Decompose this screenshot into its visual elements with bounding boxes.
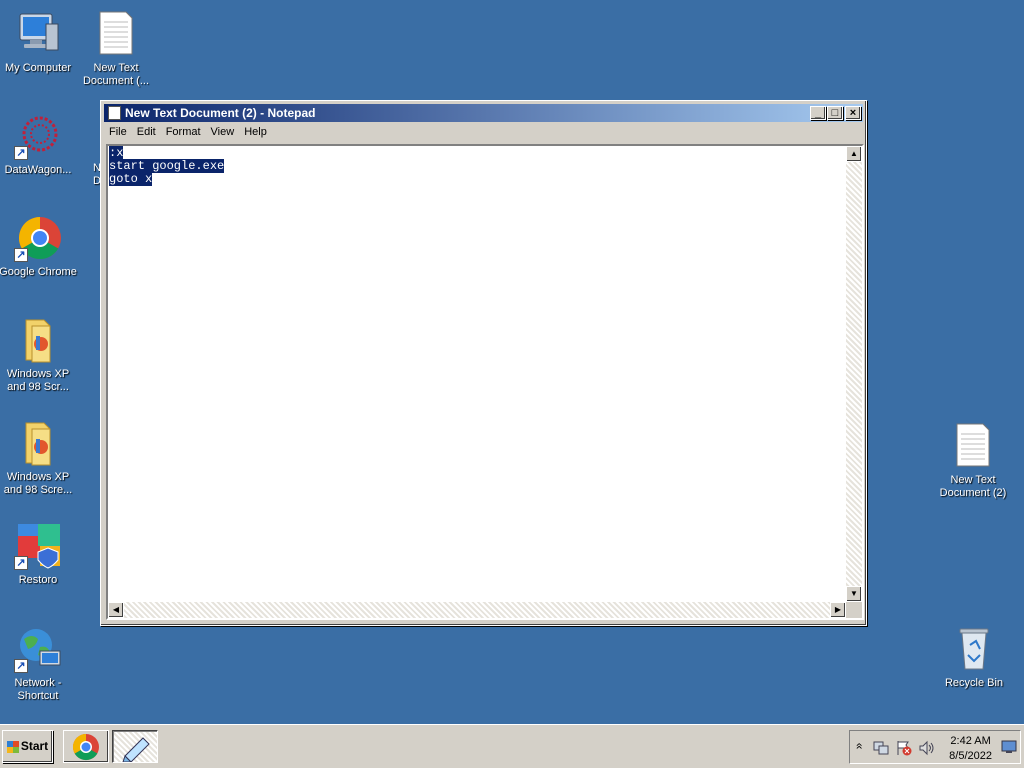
start-label: Start [20, 739, 49, 753]
menu-view[interactable]: View [206, 123, 240, 138]
title-bar[interactable]: New Text Document (2) - Notepad _ □ × [104, 104, 863, 122]
notepad-icon[interactable] [108, 106, 121, 120]
text-document-icon [92, 10, 140, 58]
text-editor[interactable]: :x start google.exe goto x ▲ ▼ ◀ ▶ [106, 144, 864, 620]
desktop-icon-google-chrome[interactable]: ↗ Google Chrome [0, 214, 78, 279]
clock-date: 8/5/2022 [949, 750, 992, 762]
taskbar: Start » 2:42 AM 8/5/2022 [0, 724, 1024, 768]
chrome-icon [72, 733, 99, 761]
scroll-right-button[interactable]: ▶ [830, 602, 846, 618]
tray-clock[interactable]: 2:42 AM 8/5/2022 [949, 734, 992, 764]
desktop-icon-recycle-bin[interactable]: Recycle Bin [934, 625, 1014, 690]
desktop-icon-my-computer[interactable]: My Computer [0, 10, 78, 75]
system-tray: » 2:42 AM 8/5/2022 [849, 730, 1021, 764]
restoro-icon: ↗ [14, 522, 62, 570]
menu-edit[interactable]: Edit [132, 123, 161, 138]
clock-time: 2:42 AM [950, 735, 991, 747]
desktop-icon-label: Windows XP and 98 Scre... [3, 471, 73, 496]
action-center-flag-icon[interactable] [895, 739, 913, 757]
desktop-icon-restoro[interactable]: ↗ Restoro [0, 522, 78, 587]
windows-logo-icon [6, 740, 19, 753]
desktop-icon-label: My Computer [4, 62, 72, 74]
desktop-icon-label: New Text Document (2) [939, 474, 1007, 499]
desktop-icon-new-text-document-2[interactable]: New Text Document (2) [933, 422, 1013, 500]
horizontal-scrollbar[interactable]: ◀ ▶ [108, 602, 846, 618]
taskbar-notepad-button[interactable] [112, 730, 158, 763]
show-hidden-icons-button[interactable]: » [851, 743, 865, 750]
resize-grip[interactable] [846, 602, 862, 618]
scroll-up-button[interactable]: ▲ [846, 146, 862, 162]
text-line-3: goto x [109, 172, 153, 186]
notepad-window[interactable]: New Text Document (2) - Notepad _ □ × Fi… [100, 100, 867, 626]
show-desktop-icon[interactable] [1001, 740, 1017, 754]
editor-content: :x start google.exe goto x [109, 146, 225, 186]
close-button[interactable]: × [845, 106, 861, 120]
desktop-icon-label: Windows XP and 98 Scr... [6, 368, 70, 393]
desktop-icon-label: Google Chrome [0, 266, 77, 278]
folder-icon [14, 316, 62, 364]
vertical-scrollbar[interactable]: ▲ ▼ [846, 146, 862, 602]
text-line-2: start google.exe [109, 159, 225, 173]
text-document-icon [949, 422, 997, 470]
network-tray-icon[interactable] [872, 739, 890, 757]
desktop-icon-datawagon[interactable]: ↗ DataWagon... [0, 112, 78, 177]
menu-format[interactable]: Format [161, 123, 206, 138]
chrome-icon: ↗ [14, 214, 62, 262]
computer-icon [14, 10, 62, 58]
desktop-icon-windows-xp-98-1[interactable]: Windows XP and 98 Scr... [0, 316, 78, 394]
menu-file[interactable]: File [104, 123, 132, 138]
folder-icon [14, 419, 62, 467]
window-title: New Text Document (2) - Notepad [125, 106, 316, 120]
desktop-icon-new-text-document[interactable]: New Text Document (... [76, 10, 156, 88]
shortcut-arrow-icon: ↗ [14, 248, 28, 262]
desktop-icon-network-shortcut[interactable]: ↗ Network - Shortcut [0, 625, 78, 703]
menu-bar: File Edit Format View Help [104, 123, 863, 142]
minimize-button[interactable]: _ [810, 106, 826, 120]
scroll-left-button[interactable]: ◀ [108, 602, 124, 618]
desktop-icon-windows-xp-98-2[interactable]: Windows XP and 98 Scre... [0, 419, 78, 497]
notepad-icon [122, 737, 150, 763]
shortcut-arrow-icon: ↗ [14, 659, 28, 673]
maximize-button[interactable]: □ [827, 106, 843, 120]
volume-icon[interactable] [918, 739, 936, 757]
desktop-icon-label: New Text Document (... [82, 62, 150, 87]
shortcut-arrow-icon: ↗ [14, 556, 28, 570]
network-globe-icon: ↗ [14, 625, 62, 673]
menu-help[interactable]: Help [239, 123, 272, 138]
desktop-icon-label: Recycle Bin [944, 677, 1004, 689]
desktop-icon-label: Restoro [18, 574, 58, 586]
taskbar-chrome-button[interactable] [63, 730, 109, 763]
scroll-down-button[interactable]: ▼ [846, 586, 862, 602]
desktop-icon-label: DataWagon... [4, 164, 72, 176]
desktop-icon-label: Network - Shortcut [14, 677, 62, 702]
shortcut-arrow-icon: ↗ [14, 146, 28, 160]
start-button[interactable]: Start [2, 730, 53, 763]
datawagon-icon: ↗ [14, 112, 62, 160]
recycle-bin-icon [950, 625, 998, 673]
text-line-1: :x [109, 146, 124, 160]
